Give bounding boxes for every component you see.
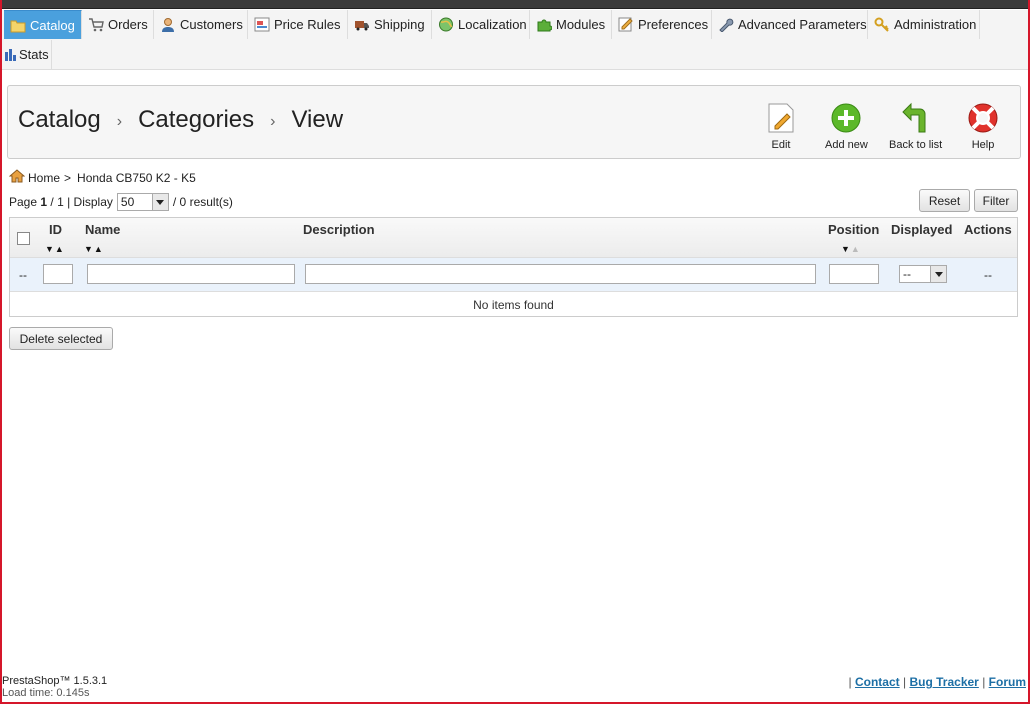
forum-link[interactable]: Forum — [989, 675, 1026, 689]
tab-stats[interactable]: Stats — [2, 40, 52, 69]
wrench-icon — [718, 17, 734, 33]
price-tag-icon — [254, 17, 270, 32]
page-current: 1 — [40, 195, 48, 209]
breadcrumb-view: View — [291, 106, 344, 133]
tab-localization[interactable]: Localization — [432, 10, 530, 39]
tab-label: Orders — [108, 17, 148, 32]
per-page-select[interactable]: 50 — [116, 193, 169, 211]
globe-icon — [438, 17, 454, 32]
column-position: Position — [828, 222, 880, 237]
contact-link[interactable]: Contact — [855, 675, 900, 689]
puzzle-icon — [536, 17, 553, 32]
tab-label: Stats — [19, 47, 49, 62]
sort-id-arrows[interactable]: ▼▲ — [45, 244, 65, 254]
tab-advanced-parameters[interactable]: Advanced Parameters — [712, 10, 868, 39]
home-icon — [8, 169, 26, 186]
filter-position-input[interactable] — [829, 264, 879, 284]
breadcrumb-separator: › — [270, 113, 276, 130]
tab-label: Administration — [894, 17, 977, 32]
tab-price-rules[interactable]: Price Rules — [248, 10, 348, 39]
filter-dash: -- — [19, 268, 27, 282]
tab-orders[interactable]: Orders — [82, 10, 154, 39]
tab-catalog[interactable]: Catalog — [4, 10, 82, 39]
cart-icon — [88, 17, 104, 32]
main-nav: Catalog Orders Customers Price Rules Shi… — [2, 10, 1028, 70]
column-displayed: Displayed — [891, 222, 953, 237]
column-name: Name — [85, 222, 121, 237]
filter-displayed-select[interactable]: -- — [899, 265, 947, 283]
breadcrumb-catalog[interactable]: Catalog — [18, 106, 101, 134]
breadcrumb-separator: › — [116, 113, 123, 130]
category-path: Home > Honda CB750 K2 - K5 — [8, 169, 196, 186]
reset-button[interactable]: Reset — [919, 189, 970, 212]
table-header: ID ▼▲ Name ▼▲ Description Position ▼▲ Di… — [10, 218, 1017, 258]
footer-links: | Contact | Bug Tracker | Forum — [848, 675, 1026, 689]
categories-table: ID ▼▲ Name ▼▲ Description Position ▼▲ Di… — [9, 217, 1018, 317]
truck-icon — [354, 17, 370, 32]
actions-dash: -- — [984, 268, 992, 282]
footer-info: PrestaShop™ 1.5.3.1 Load time: 0.145s — [2, 675, 107, 699]
filter-description-input[interactable] — [305, 264, 816, 284]
sort-position-arrows[interactable]: ▼▲ — [841, 244, 861, 254]
pagination: Page 1 / 1 | Display 50 / 0 result(s) — [9, 193, 233, 211]
tab-preferences[interactable]: Preferences — [612, 10, 712, 39]
select-all-checkbox[interactable] — [17, 232, 30, 245]
add-new-button[interactable]: Add new — [825, 101, 868, 151]
path-separator: > — [64, 170, 72, 185]
bar-chart-icon — [4, 47, 17, 62]
filter-name-input[interactable] — [87, 264, 295, 284]
tab-label: Localization — [458, 17, 527, 32]
column-description: Description — [303, 222, 375, 237]
chevron-down-icon — [151, 194, 168, 210]
filter-button[interactable]: Filter — [974, 189, 1018, 212]
user-icon — [160, 17, 176, 32]
chevron-down-icon — [930, 266, 946, 282]
column-actions: Actions — [964, 222, 1012, 237]
load-time-text: Load time: 0.145s — [2, 687, 90, 699]
sort-name-arrows[interactable]: ▼▲ — [84, 244, 104, 254]
column-id: ID — [49, 222, 62, 237]
delete-selected-button[interactable]: Delete selected — [9, 327, 113, 350]
page-header: Catalog › Categories › View Edit Add new… — [7, 85, 1021, 159]
tab-label: Price Rules — [274, 17, 341, 32]
bug-tracker-link[interactable]: Bug Tracker — [909, 675, 978, 689]
tab-label: Catalog — [30, 17, 75, 33]
path-home-link[interactable]: Home — [28, 171, 60, 185]
tab-label: Shipping — [374, 17, 425, 32]
lifebuoy-icon — [966, 101, 1000, 135]
add-icon — [829, 101, 863, 135]
window-top-bar — [0, 0, 1030, 9]
empty-message: No items found — [473, 298, 554, 312]
folder-icon — [10, 18, 26, 33]
preferences-icon — [618, 17, 634, 32]
edit-button[interactable]: Edit — [764, 101, 798, 151]
breadcrumb: Catalog › Categories › View — [18, 106, 343, 134]
tab-label: Customers — [180, 17, 243, 32]
path-current: Honda CB750 K2 - K5 — [77, 170, 196, 185]
back-to-list-button[interactable]: Back to list — [889, 101, 942, 151]
back-arrow-icon — [899, 101, 933, 135]
filter-id-input[interactable] — [43, 264, 73, 284]
tab-label: Advanced Parameters — [738, 17, 867, 32]
tab-modules[interactable]: Modules — [530, 10, 612, 39]
filter-row: -- -- -- — [10, 258, 1017, 292]
edit-icon — [764, 101, 798, 135]
version-text: PrestaShop™ 1.5.3.1 — [2, 675, 108, 687]
help-button[interactable]: Help — [966, 101, 1000, 151]
key-icon — [874, 17, 890, 32]
tab-shipping[interactable]: Shipping — [348, 10, 432, 39]
tab-administration[interactable]: Administration — [868, 10, 980, 39]
tab-label: Modules — [556, 17, 606, 32]
breadcrumb-categories[interactable]: Categories — [138, 106, 254, 134]
tab-label: Preferences — [638, 17, 709, 32]
tab-customers[interactable]: Customers — [154, 10, 248, 39]
